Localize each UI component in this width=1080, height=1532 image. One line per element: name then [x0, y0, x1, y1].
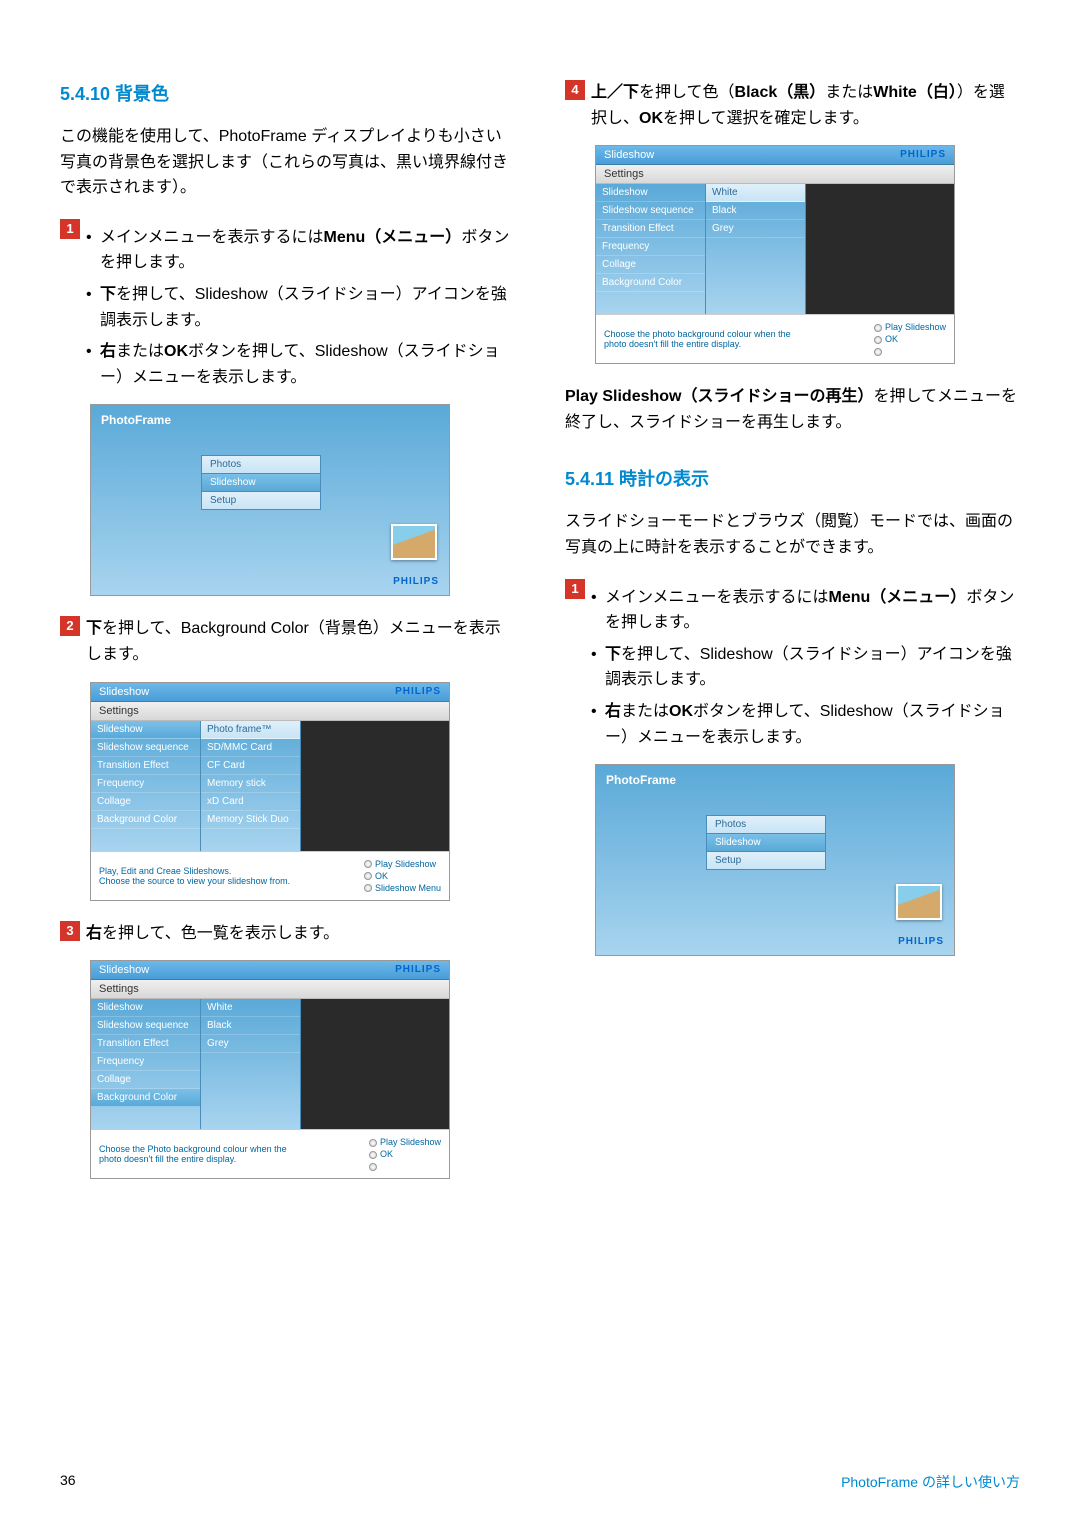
- step-2: 2 下を押して、Background Color（背景色）メニューを表示します。: [60, 616, 515, 667]
- step-1-clock: 1 メインメニューを表示するにはMenu（メニュー）ボタンを押します。 下を押し…: [565, 579, 1020, 751]
- step-badge-2: 2: [60, 616, 80, 636]
- step-1: 1 メインメニューを表示するにはMenu（メニュー）ボタンを押します。 下を押し…: [60, 219, 515, 391]
- thumbnail-icon: [896, 884, 942, 920]
- step-badge-1: 1: [60, 219, 80, 239]
- page-footer: 36 PhotoFrame の詳しい使い方: [60, 1472, 1020, 1492]
- screenshot-color-list: SlideshowPHILIPS Settings Slideshow Slid…: [90, 960, 450, 1179]
- thumbnail-icon: [391, 524, 437, 560]
- screenshot-color-select: SlideshowPHILIPS Settings Slideshow Slid…: [595, 145, 955, 364]
- screenshot-main-menu-2: PhotoFrame Photos Slideshow Setup PHILIP…: [595, 764, 955, 956]
- left-column: 5.4.10 背景色 この機能を使用して、PhotoFrame ディスプレイより…: [60, 80, 515, 1199]
- play-slideshow-text: Play Slideshow（スライドショーの再生）を押してメニューを終了し、ス…: [565, 384, 1020, 435]
- step-4: 4 上／下を押して色（Black（黒）またはWhite（白））を選択し、OKを押…: [565, 80, 1020, 131]
- right-column: 4 上／下を押して色（Black（黒）またはWhite（白））を選択し、OKを押…: [565, 80, 1020, 1199]
- screenshot-main-menu-1: PhotoFrame Photos Slideshow Setup PHILIP…: [90, 404, 450, 596]
- screenshot-settings-sources: SlideshowPHILIPS Settings Slideshow Slid…: [90, 682, 450, 901]
- step-badge-3: 3: [60, 921, 80, 941]
- heading-5-4-11: 5.4.11 時計の表示: [565, 465, 1020, 491]
- step-3: 3 右を押して、色一覧を表示します。: [60, 921, 515, 947]
- intro-5-4-10: この機能を使用して、PhotoFrame ディスプレイよりも小さい写真の背景色を…: [60, 124, 515, 201]
- philips-logo: PHILIPS: [393, 576, 439, 587]
- footer-title: PhotoFrame の詳しい使い方: [841, 1472, 1020, 1492]
- heading-5-4-10: 5.4.10 背景色: [60, 80, 515, 106]
- page-number: 36: [60, 1472, 76, 1492]
- intro-5-4-11: スライドショーモードとブラウズ（閲覧）モードでは、画面の写真の上に時計を表示する…: [565, 509, 1020, 560]
- step-badge-4: 4: [565, 80, 585, 100]
